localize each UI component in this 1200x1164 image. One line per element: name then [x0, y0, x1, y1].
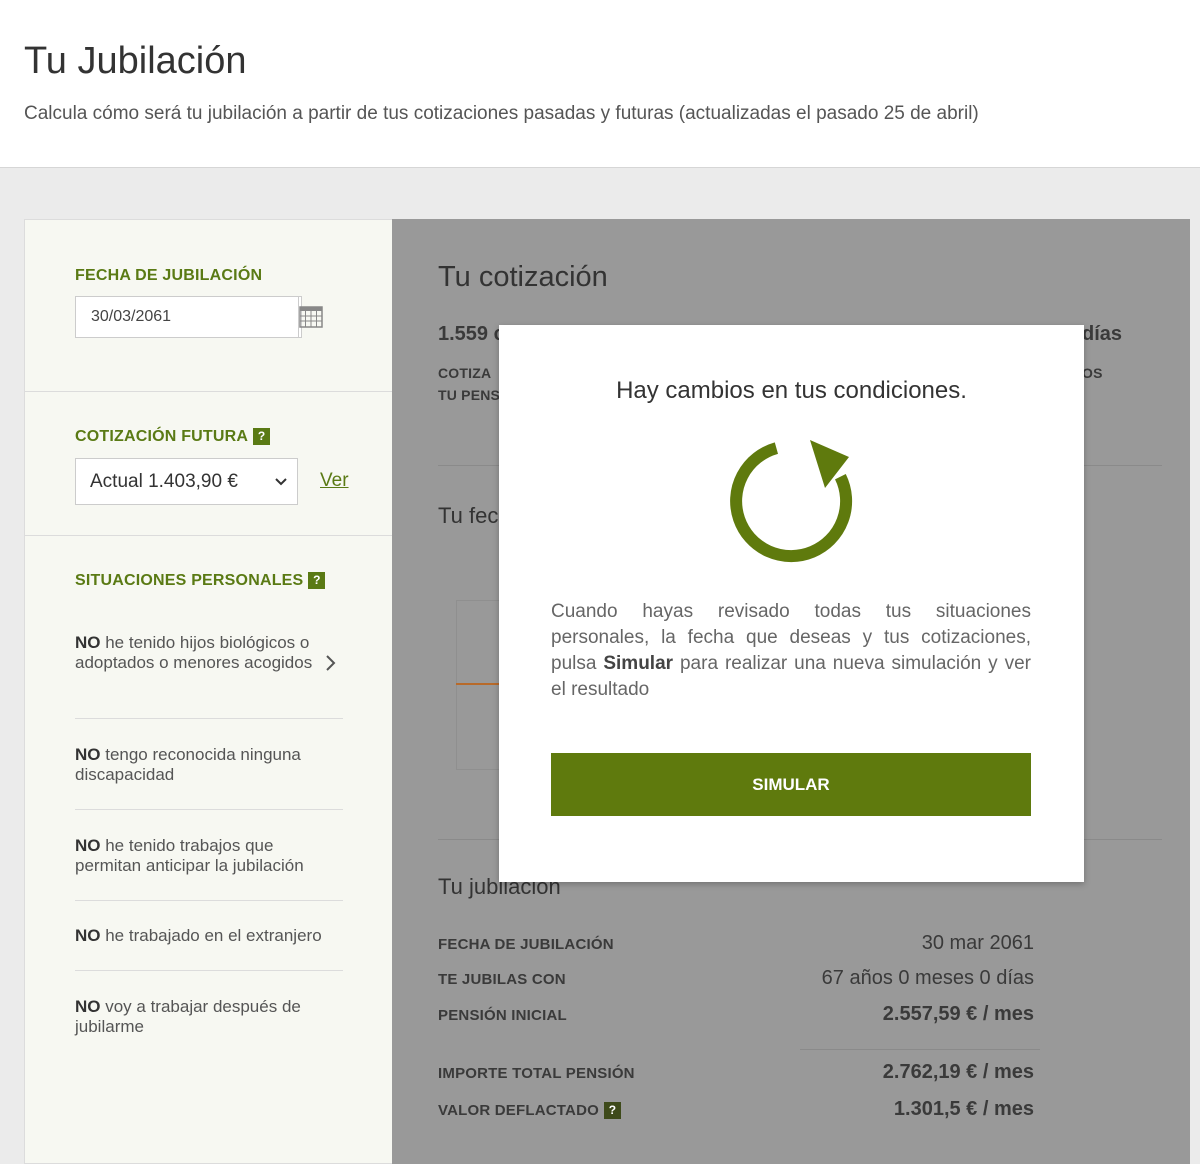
cotizacion-value: 1.559 c — [438, 323, 505, 345]
chevron-down-icon — [275, 477, 287, 485]
modal-title: Hay cambios en tus condiciones. — [616, 377, 967, 404]
cotizacion-label-right: OS — [1082, 365, 1103, 381]
cotizacion-futura-select[interactable]: Actual 1.403,90 € — [75, 458, 298, 505]
row-label: FECHA DE JUBILACIÓN — [438, 936, 614, 953]
page-title: Tu Jubilación — [24, 40, 247, 82]
chart-line — [456, 683, 500, 685]
row-value: 2.557,59 € / mes — [882, 1003, 1034, 1025]
row-label: IMPORTE TOTAL PENSIÓN — [438, 1065, 635, 1082]
row-value: 1.301,5 € / mes — [893, 1098, 1034, 1120]
divider — [800, 1049, 1040, 1050]
help-icon[interactable]: ? — [308, 572, 326, 589]
help-icon[interactable]: ? — [253, 428, 271, 445]
calendar-icon[interactable] — [298, 297, 323, 337]
row-label: VALOR DEFLACTADO? — [438, 1102, 621, 1119]
situation-trabajos[interactable]: NO he tenido trabajos que permitan antic… — [75, 836, 343, 876]
divider — [75, 718, 343, 719]
chevron-right-icon[interactable] — [325, 654, 337, 672]
ver-link[interactable]: Ver — [320, 470, 349, 492]
help-icon[interactable]: ? — [603, 1102, 621, 1119]
fecha-jubilacion-input[interactable] — [76, 297, 298, 337]
sidebar: FECHA DE JUBILACIÓN COTIZACIÓN FUTURA? A… — [24, 219, 393, 1164]
row-label: PENSIÓN INICIAL — [438, 1007, 567, 1024]
changes-modal: Hay cambios en tus condiciones. Cuando h… — [499, 325, 1084, 882]
situation-hijos[interactable]: NO he tenido hijos biológicos o adoptado… — [75, 633, 343, 673]
cotizacion-value-right: días — [1082, 323, 1123, 345]
divider — [25, 391, 393, 392]
refresh-icon — [730, 440, 853, 563]
fecha-section-title: Tu fec — [438, 503, 499, 528]
cotizacion-title: Tu cotización — [438, 261, 608, 293]
fecha-jubilacion-label: FECHA DE JUBILACIÓN — [75, 267, 263, 284]
fecha-jubilacion-field — [75, 296, 323, 338]
cotizacion-label: TU PENS — [438, 387, 501, 403]
cotizacion-label: COTIZA — [438, 365, 492, 381]
situation-trabajar-despues[interactable]: NO voy a trabajar después de jubilarme — [75, 997, 343, 1037]
page-header: Tu Jubilación Calcula cómo será tu jubil… — [0, 0, 1200, 168]
modal-text: Cuando hayas revisado todas tus situacio… — [551, 601, 1031, 700]
row-value: 30 mar 2061 — [921, 932, 1034, 954]
situation-extranjero[interactable]: NO he trabajado en el extranjero — [75, 926, 343, 946]
divider — [75, 809, 343, 810]
divider — [75, 900, 343, 901]
situaciones-personales-label: SITUACIONES PERSONALES? — [75, 572, 326, 590]
simular-button[interactable]: SIMULAR — [551, 753, 1031, 816]
row-label: TE JUBILAS CON — [438, 971, 566, 988]
situation-discapacidad[interactable]: NO tengo reconocida ninguna discapacidad — [75, 745, 343, 785]
page-subtitle: Calcula cómo será tu jubilación a partir… — [24, 103, 979, 124]
cotizacion-futura-label: COTIZACIÓN FUTURA? — [75, 428, 271, 446]
divider — [25, 535, 393, 536]
divider — [75, 970, 343, 971]
row-value: 67 años 0 meses 0 días — [821, 967, 1034, 989]
row-value: 2.762,19 € / mes — [882, 1061, 1034, 1083]
